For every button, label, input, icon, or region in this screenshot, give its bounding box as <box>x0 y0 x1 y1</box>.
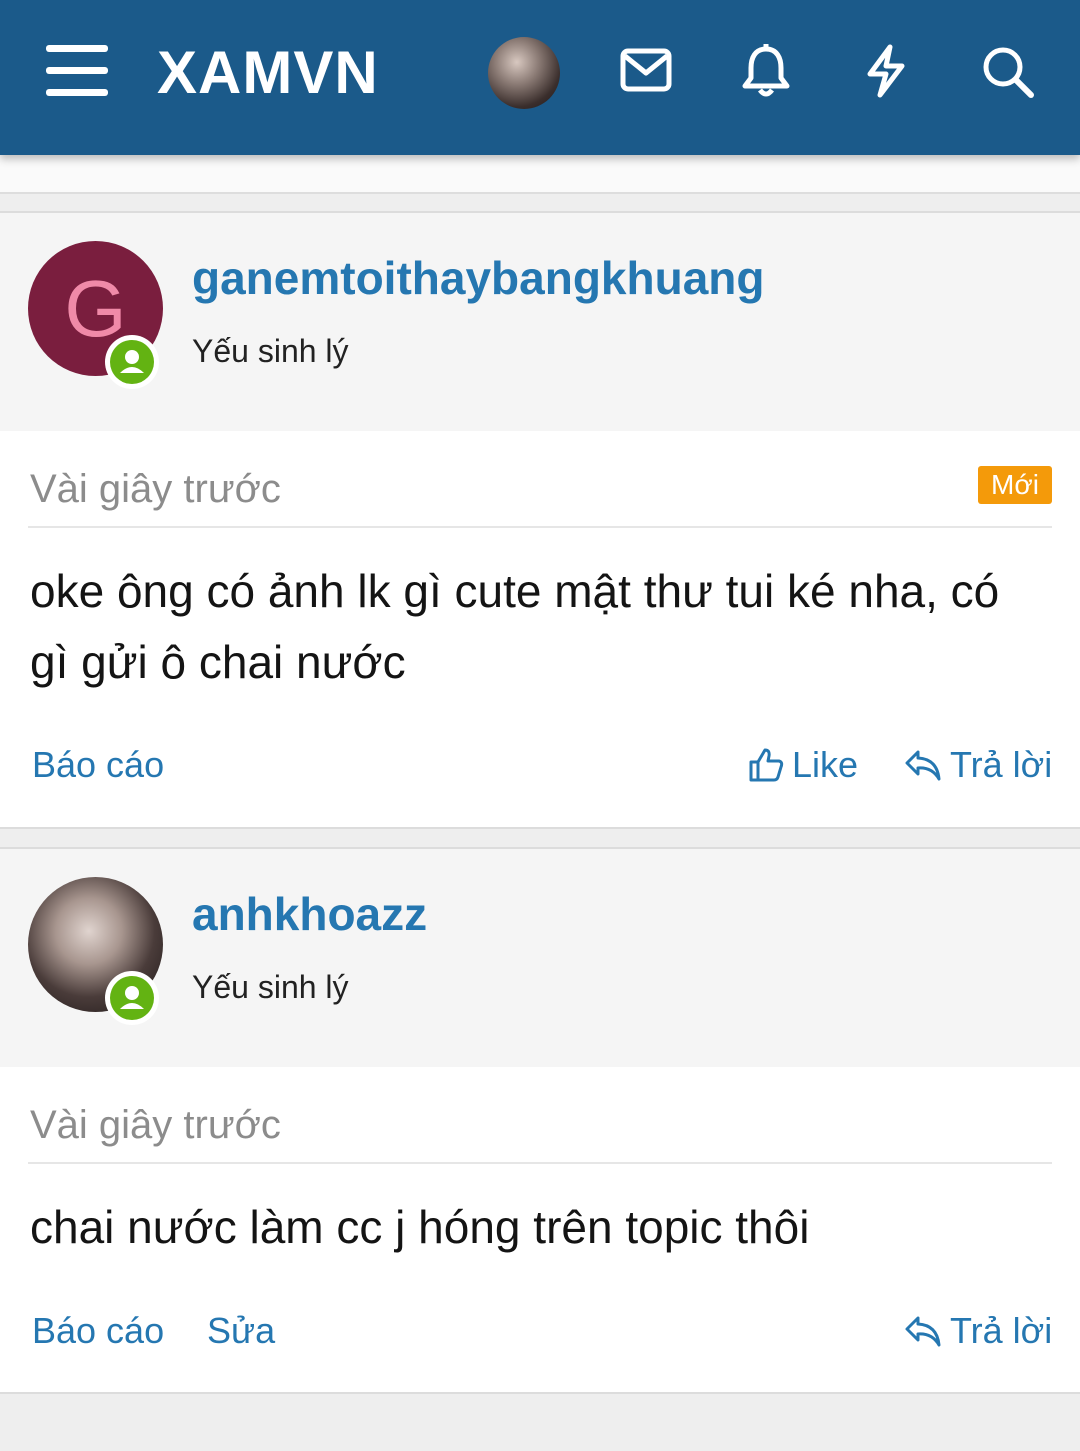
online-status-icon <box>105 335 159 389</box>
bell-icon[interactable] <box>741 44 791 103</box>
reply-button[interactable]: Trả lời <box>904 1310 1052 1352</box>
menu-icon[interactable] <box>46 45 108 97</box>
user-title: Yếu sinh lý <box>192 969 349 1005</box>
search-icon[interactable] <box>981 45 1035 104</box>
reply-icon <box>905 1316 941 1347</box>
post-user-header: G ganemtoithaybangkhuang Yếu sinh lý <box>0 211 1080 433</box>
user-avatar[interactable] <box>488 37 560 109</box>
like-button[interactable]: Like <box>748 744 858 786</box>
page-top-strip <box>0 155 1080 194</box>
post-time[interactable]: Vài giây trước <box>30 1103 281 1148</box>
reply-icon <box>905 750 941 781</box>
reply-button[interactable]: Trả lời <box>904 744 1052 786</box>
report-link[interactable]: Báo cáo <box>32 744 164 786</box>
thumbs-up-icon <box>749 748 784 782</box>
post-message: chai nước làm cc j hóng trên topic thôi <box>30 1201 810 1253</box>
like-label: Like <box>792 744 859 785</box>
reply-label: Trả lời <box>950 1310 1053 1351</box>
new-badge: Mới <box>978 466 1052 504</box>
post-body: Vài giây trước chai nước làm cc j hóng t… <box>0 1067 1080 1394</box>
divider <box>28 1162 1052 1164</box>
post-time[interactable]: Vài giây trước <box>30 467 281 512</box>
top-navbar: XAMVN <box>0 0 1080 155</box>
username[interactable]: anhkhoazz <box>192 887 427 941</box>
divider <box>28 526 1052 528</box>
mail-icon[interactable] <box>620 48 672 97</box>
reply-label: Trả lời <box>950 744 1053 785</box>
post-message: oke ông có ảnh lk gì cute mật thư tui ké… <box>30 565 1000 688</box>
post-user-header: anhkhoazz Yếu sinh lý <box>0 847 1080 1069</box>
edit-link[interactable]: Sửa <box>207 1310 275 1352</box>
username[interactable]: ganemtoithaybangkhuang <box>192 251 764 305</box>
post-body: Vài giây trước Mới oke ông có ảnh lk gì … <box>0 431 1080 829</box>
site-logo[interactable]: XAMVN <box>157 38 379 107</box>
report-link[interactable]: Báo cáo <box>32 1310 164 1352</box>
user-title: Yếu sinh lý <box>192 333 349 369</box>
online-status-icon <box>105 971 159 1025</box>
bolt-icon[interactable] <box>864 44 908 103</box>
